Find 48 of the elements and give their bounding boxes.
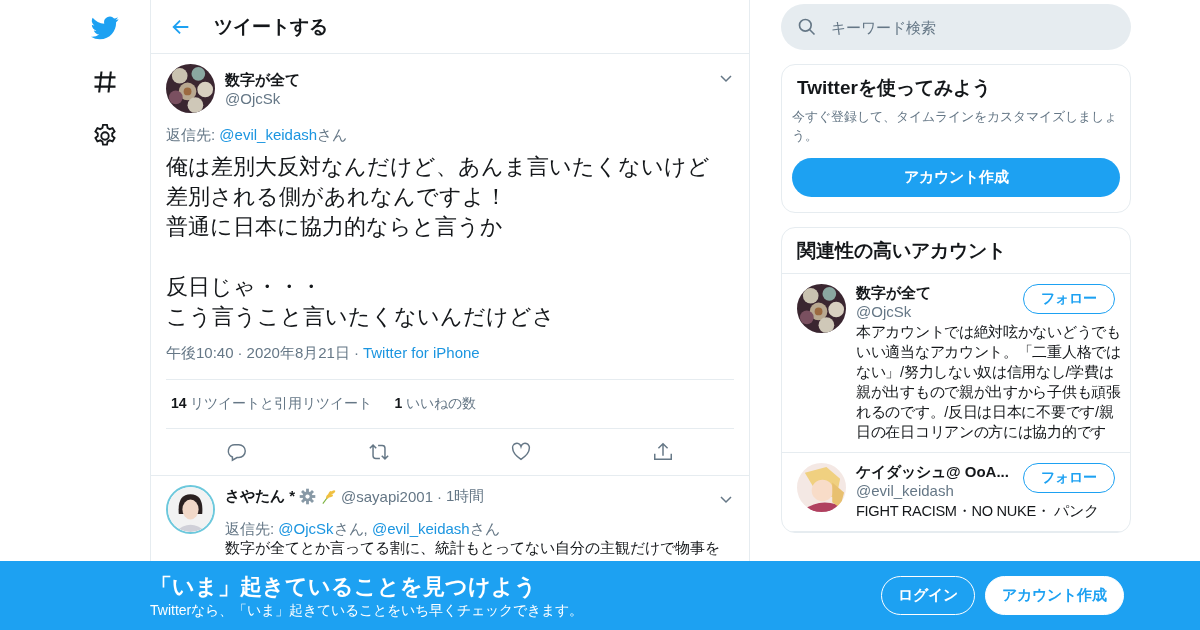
author-handle[interactable]: @sayapi2001 (341, 487, 433, 505)
author-handle[interactable]: @OjcSk (225, 89, 708, 107)
stat-count[interactable]: 14 リツイートと引用リツイート (171, 395, 373, 413)
tweet-text-line: 俺は差別大反対なんだけど、あんま言いたくないけど (166, 153, 711, 181)
tweet-text-line: こう言うこと言いたくないんだけどさ (166, 303, 556, 331)
author-name[interactable]: 数字が全て (225, 70, 708, 90)
heart-icon[interactable] (510, 441, 532, 463)
mention-link[interactable]: @evil_keidash (219, 126, 318, 143)
separator-dot: · (353, 344, 359, 363)
reply-to-line: 返信先: @OjcSkさん, @evil_keidashさん (225, 520, 501, 539)
card-title: 関連性の高いアカウント (782, 228, 1130, 274)
follow-button[interactable]: フォロー (1023, 284, 1115, 314)
gear-icon (299, 487, 316, 505)
account-handle[interactable]: @evil_keidash (856, 482, 1023, 499)
follow-button[interactable]: フォロー (1023, 463, 1115, 493)
account-bio: FIGHT RACISM・NO NUKE・ パンク (856, 502, 1100, 521)
tweet-text-line: 普通に日本に協力的ならと言うか (166, 213, 504, 241)
account-handle[interactable]: @OjcSk (856, 303, 1023, 320)
page-title: ツイートする (214, 14, 328, 39)
card-title: Twitterを使ってみよう (796, 76, 992, 100)
create-account-button[interactable]: アカウント作成 (985, 576, 1124, 615)
author-name[interactable]: さやたん * (225, 486, 295, 506)
search-icon (797, 17, 817, 37)
separator-dot: · (437, 487, 442, 505)
banner-title: 「いま」起きていることを見つけよう (150, 572, 538, 601)
rice-plant-icon (320, 487, 337, 505)
timestamp: 2020年8月21日 (246, 344, 350, 363)
reply-to-line: 返信先: @evil_keidashさん (166, 126, 349, 145)
banner-subtitle: Twitterなら、「いま」起きていることをいち早くチェックできます。 (150, 601, 585, 620)
timestamp[interactable]: 1時間 (446, 486, 485, 506)
create-account-button[interactable]: アカウント作成 (792, 158, 1120, 197)
tweet-text: 数字が全てとか言ってる割に、統計もとってない自分の主観だけで物事を (225, 539, 721, 558)
source-link[interactable]: Twitter for iPhone (362, 344, 480, 363)
search-field[interactable]: キーワード検索 (781, 4, 1131, 50)
timestamp: 午後10:40 (166, 344, 234, 363)
reply-icon[interactable] (226, 441, 248, 463)
account-name[interactable]: 数字が全て (856, 284, 1023, 303)
stat-count[interactable]: 1 いいねの数 (394, 395, 477, 413)
account-bio: 本アカウントでは絶対呟かないどうでもいい適当なアカウント。「二重人格ではない」/努力しない奴は信用なし/学費は親が出すもので親が出すから子供も頑張れるのです。/反日は日本に不要です/親日の在日コリアンの方には協力的です (856, 323, 1122, 442)
tweet-text-line: 差別される側があれなんですよ！ (166, 183, 508, 211)
card-text: 今すぐ登録して、タイムラインをカスタマイズしましょう。 (791, 108, 1118, 145)
share-icon[interactable] (652, 441, 674, 463)
separator-dot: · (237, 344, 243, 363)
tweet-text-line: 反日じゃ・・・ (166, 273, 323, 301)
account-name[interactable]: ケイダッシュ@ OoA... (856, 463, 1023, 482)
mention-link[interactable]: @evil_keidash (371, 520, 470, 537)
mention-link[interactable]: @OjcSk (278, 520, 334, 537)
bird-logo-icon[interactable] (91, 14, 119, 42)
